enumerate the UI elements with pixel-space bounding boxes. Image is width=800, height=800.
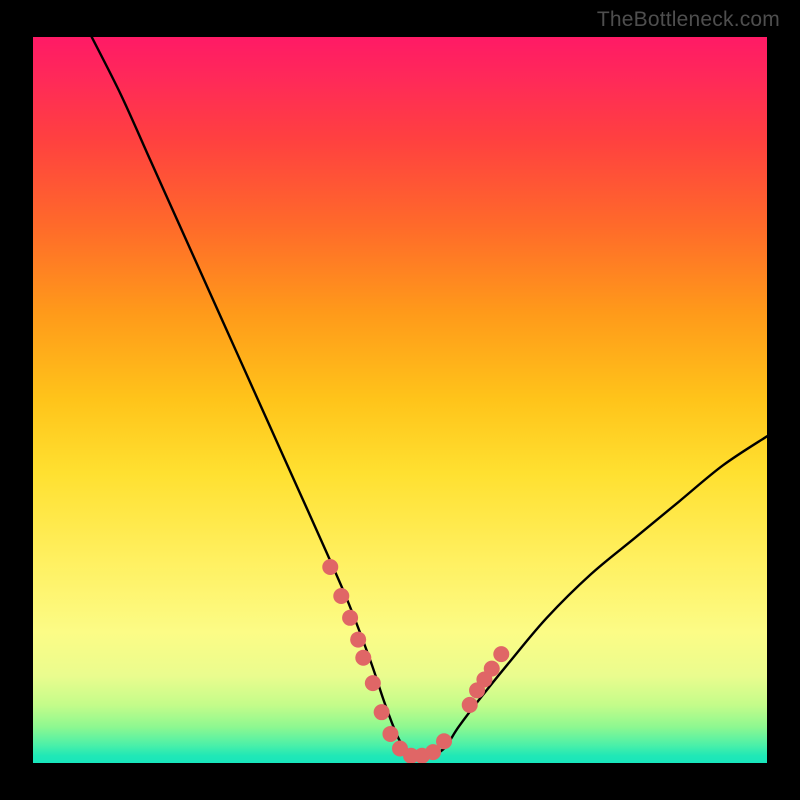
curve-svg [33,37,767,763]
data-marker [322,559,338,575]
data-marker [484,661,500,677]
data-marker [436,733,452,749]
marker-group [322,559,509,763]
data-marker [374,704,390,720]
data-marker [493,646,509,662]
data-marker [365,675,381,691]
data-marker [462,697,478,713]
data-marker [350,632,366,648]
data-marker [382,726,398,742]
data-marker [355,650,371,666]
watermark-label: TheBottleneck.com [597,8,780,32]
data-marker [342,610,358,626]
bottleneck-curve [92,37,767,757]
data-marker [333,588,349,604]
chart-frame: TheBottleneck.com [0,0,800,800]
plot-area [33,37,767,763]
